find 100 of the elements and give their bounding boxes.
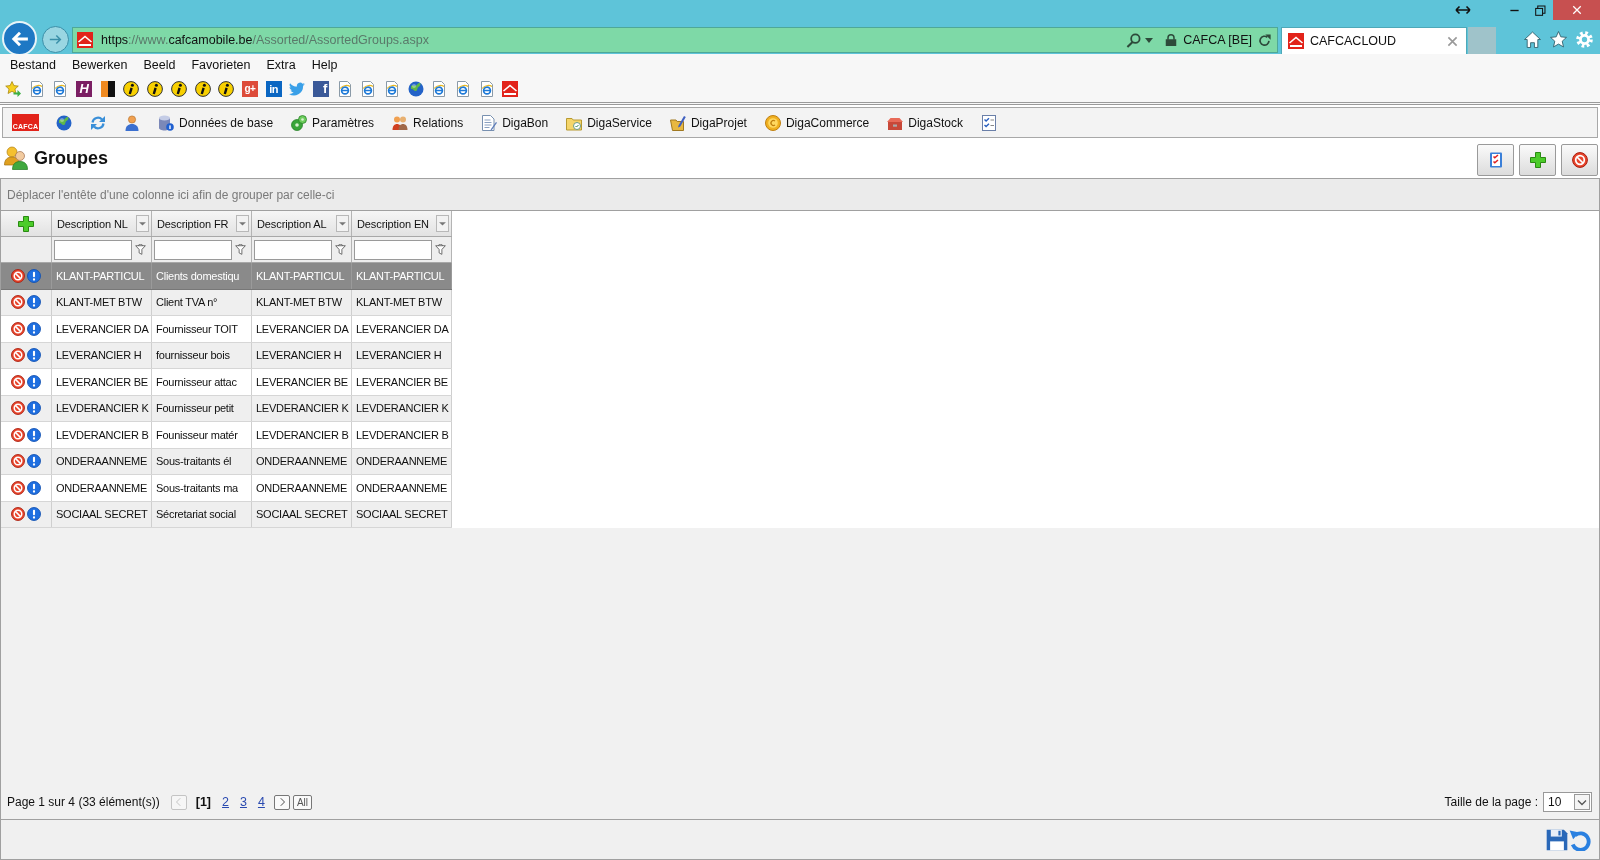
no-sign-icon[interactable]: [11, 480, 25, 495]
nav-button[interactable]: Relations: [391, 114, 465, 131]
home-icon[interactable]: [1524, 30, 1541, 48]
no-sign-icon[interactable]: [11, 348, 25, 363]
bird-icon[interactable]: [289, 81, 306, 97]
filter-icon[interactable]: [435, 244, 446, 255]
no-sign-icon[interactable]: [11, 374, 25, 389]
page-link[interactable]: 2: [222, 795, 229, 809]
bookmark-tile[interactable]: f: [312, 81, 329, 97]
filter-icon[interactable]: [235, 244, 246, 255]
column-header[interactable]: Description NL: [57, 217, 128, 230]
column-header[interactable]: Description FR: [157, 217, 229, 230]
menu-item[interactable]: Favorieten: [183, 58, 259, 72]
exclamation-icon[interactable]: [27, 454, 41, 469]
filter-field[interactable]: [254, 239, 332, 260]
exclamation-icon[interactable]: [27, 295, 41, 310]
nav-button[interactable]: DigaStock: [886, 114, 964, 131]
menu-item[interactable]: Bewerken: [63, 58, 136, 72]
filter-field[interactable]: [54, 239, 132, 260]
bookmark-tile[interactable]: H: [76, 81, 93, 97]
menu-item[interactable]: Bestand: [2, 58, 64, 72]
info-icon[interactable]: [218, 81, 235, 97]
nav-icon-button[interactable]: [55, 114, 73, 131]
url-text[interactable]: https://www.cafcamobile.be/Assorted/AssortedGroups.aspx: [101, 33, 429, 47]
address-bar[interactable]: https://www.cafcamobile.be/Assorted/AssortedGroups.aspx CAFCA [BE]: [72, 27, 1278, 53]
no-sign-icon[interactable]: [11, 507, 25, 522]
undo-icon[interactable]: [1569, 828, 1591, 851]
table-row[interactable]: LEVERANCIER DA Fournisseur TOIT LEVERANCIER DA LEVERANCIER DA: [1, 316, 452, 343]
exclamation-icon[interactable]: [27, 427, 41, 442]
logo-icon[interactable]: [502, 81, 519, 97]
site-label[interactable]: CAFCA [BE]: [1183, 33, 1252, 47]
column-header[interactable]: Description AL: [257, 217, 327, 230]
exclamation-icon[interactable]: [27, 507, 41, 522]
nav-icon-button[interactable]: [123, 114, 141, 131]
exclamation-icon[interactable]: [27, 268, 41, 283]
column-header[interactable]: Description EN: [357, 217, 429, 230]
filter-icon[interactable]: [135, 244, 146, 255]
nav-button[interactable]: DigaService: [565, 114, 653, 131]
group-panel[interactable]: Déplacer l'entête d'une colonne ici afin de grouper par celle-ci: [0, 178, 1600, 211]
table-row[interactable]: ONDERAANNEME Sous-traitants él ONDERAANNEME ONDERAANNEME: [1, 448, 452, 475]
page-icon[interactable]: [431, 81, 448, 97]
exclamation-icon[interactable]: [27, 401, 41, 416]
table-row[interactable]: ONDERAANNEME Sous-traitants ma ONDERAANNEME ONDERAANNEME: [1, 475, 452, 502]
save-icon[interactable]: [1546, 828, 1568, 851]
split-tile-icon[interactable]: [99, 81, 116, 97]
table-row[interactable]: LEVDERANCIER K Fournisseur petit LEVDERANCIER K LEVDERANCIER K: [1, 395, 452, 422]
column-menu-button[interactable]: [136, 215, 149, 232]
page-icon[interactable]: [28, 81, 45, 97]
exclamation-icon[interactable]: [27, 374, 41, 389]
bookmark-tile[interactable]: in: [265, 81, 282, 97]
nav-button[interactable]: Paramètres: [290, 114, 376, 131]
close-icon[interactable]: [1447, 35, 1458, 47]
page-link[interactable]: 3: [240, 795, 247, 809]
page-link[interactable]: 4: [257, 795, 265, 809]
favorites-star-icon[interactable]: [5, 81, 21, 97]
exclamation-icon[interactable]: [27, 321, 41, 336]
checklist-button[interactable]: [1477, 144, 1514, 176]
exclamation-icon[interactable]: [27, 480, 41, 495]
column-menu-button[interactable]: [236, 215, 249, 232]
no-sign-icon[interactable]: [11, 268, 25, 283]
reload-icon[interactable]: [1258, 33, 1271, 47]
menu-item[interactable]: Beeld: [135, 58, 184, 72]
page-size-select[interactable]: 10: [1543, 792, 1592, 812]
nav-button[interactable]: DigaBon: [480, 114, 550, 131]
column-menu-button[interactable]: [436, 215, 449, 232]
filter-field[interactable]: [154, 239, 232, 260]
delete-button[interactable]: [1561, 144, 1598, 176]
nav-icon-button[interactable]: [979, 114, 998, 131]
page-icon[interactable]: [52, 81, 69, 97]
no-sign-icon[interactable]: [11, 401, 25, 416]
info-icon[interactable]: [123, 81, 140, 97]
info-icon[interactable]: [194, 81, 211, 97]
menu-item[interactable]: Help: [303, 58, 346, 72]
page-icon[interactable]: [478, 81, 495, 97]
no-sign-icon[interactable]: [11, 321, 25, 336]
browser-tab[interactable]: CAFCACLOUD: [1281, 27, 1467, 54]
menu-item[interactable]: Extra: [258, 58, 304, 72]
nav-button[interactable]: DigaProjet: [668, 114, 748, 131]
all-button[interactable]: All: [292, 794, 312, 810]
column-menu-button[interactable]: [336, 215, 349, 232]
lock-icon[interactable]: [1165, 34, 1178, 46]
caret-icon[interactable]: [1145, 37, 1154, 43]
back-button[interactable]: [2, 21, 37, 56]
star-icon[interactable]: [1550, 30, 1567, 48]
info-icon[interactable]: [147, 81, 164, 97]
no-sign-icon[interactable]: [11, 427, 25, 442]
table-row[interactable]: LEVERANCIER H fournisseur bois LEVERANCIER H LEVERANCIER H: [1, 342, 452, 369]
table-row[interactable]: LEVDERANCIER B Founisseur matér LEVDERANCIER B LEVDERANCIER B: [1, 422, 452, 449]
table-row[interactable]: KLANT-MET BTW Client TVA n° KLANT-MET BTW KLANT-MET BTW: [1, 289, 452, 316]
search-icon[interactable]: [1126, 32, 1142, 48]
nav-button[interactable]: DigaCommerce: [763, 114, 871, 131]
nav-icon-button[interactable]: [89, 114, 107, 131]
filter-field[interactable]: [354, 239, 432, 260]
table-row[interactable]: LEVERANCIER BE Fournisseur attac LEVERANCIER BE LEVERANCIER BE: [1, 369, 452, 396]
page-icon[interactable]: [336, 81, 353, 97]
exclamation-icon[interactable]: [27, 348, 41, 363]
no-sign-icon[interactable]: [11, 295, 25, 310]
next-page-button[interactable]: [273, 794, 290, 810]
no-sign-icon[interactable]: [11, 454, 25, 469]
nav-button[interactable]: Données de base: [157, 114, 275, 131]
